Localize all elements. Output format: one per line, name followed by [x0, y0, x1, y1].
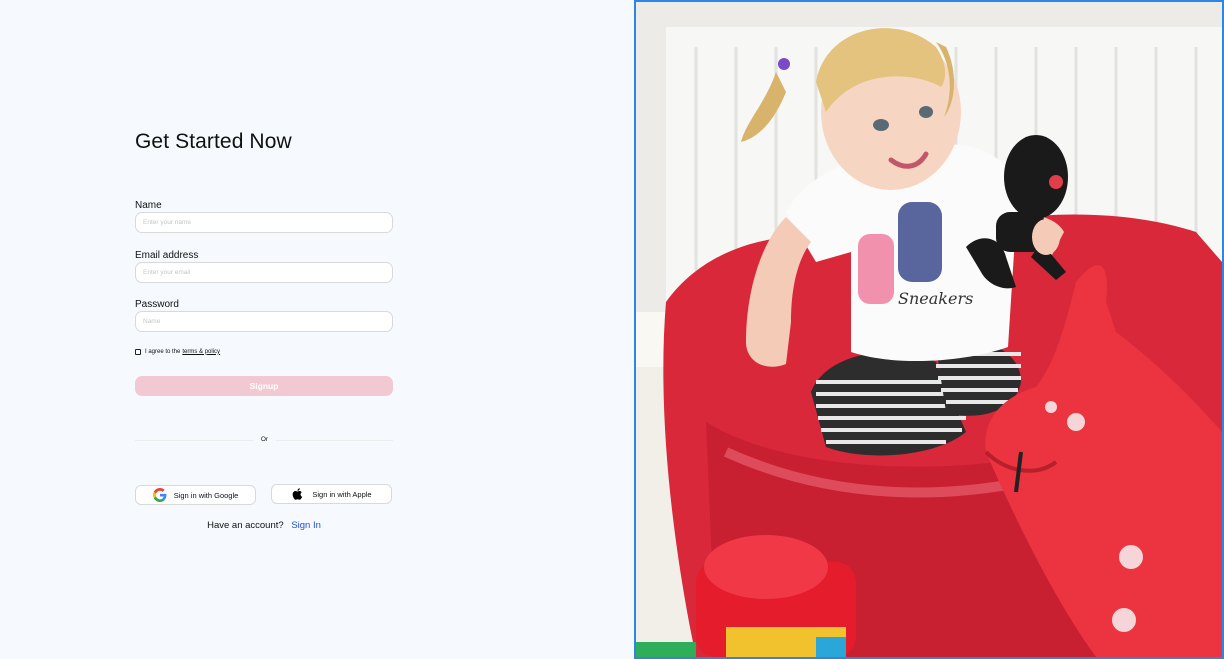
shirt-text: Sneakers [898, 289, 973, 308]
password-input[interactable] [135, 311, 393, 332]
have-account-text: Have an account? [207, 520, 284, 531]
divider-left [135, 440, 253, 441]
google-signin-label: Sign in with Google [173, 490, 239, 500]
child-with-toys-illustration: Sneakers [636, 2, 1222, 657]
signup-form-panel: Get Started Now Name Email address Passw… [0, 0, 634, 659]
signup-button[interactable]: Signup [135, 376, 393, 396]
hero-photo: Sneakers [634, 0, 1224, 659]
terms-row: I agree to the terms & policy [135, 347, 220, 356]
email-label: Email address [135, 250, 199, 261]
divider-right [276, 440, 393, 441]
name-label: Name [135, 200, 162, 211]
signup-page: Get Started Now Name Email address Passw… [0, 0, 1224, 659]
or-divider-text: Or [260, 436, 269, 443]
terms-policy-link[interactable]: terms & policy [182, 349, 220, 355]
email-input[interactable] [135, 262, 393, 283]
apple-icon [291, 487, 305, 501]
have-account-row: Have an account? Sign In [0, 520, 528, 531]
apple-signin-label: Sign in with Apple [312, 489, 372, 499]
google-icon [152, 488, 167, 502]
password-label: Password [135, 299, 179, 310]
terms-text: I agree to the [145, 348, 181, 355]
google-signin-button[interactable]: Sign in with Google [135, 485, 256, 505]
terms-checkbox[interactable] [135, 348, 141, 355]
name-input[interactable] [135, 212, 393, 233]
signin-link[interactable]: Sign In [291, 520, 321, 531]
page-title: Get Started Now [135, 130, 292, 153]
apple-signin-button[interactable]: Sign in with Apple [271, 484, 392, 504]
